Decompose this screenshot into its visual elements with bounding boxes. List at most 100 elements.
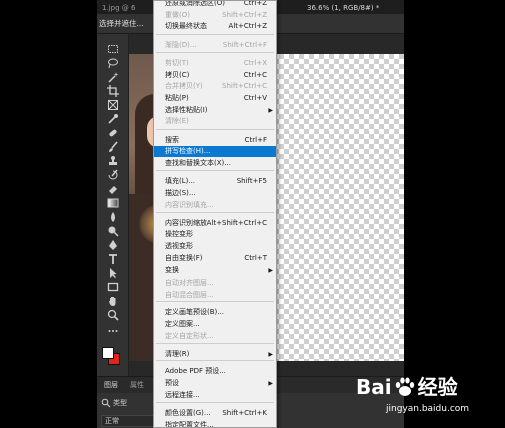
- menu-item[interactable]: 变换 ▶: [154, 265, 276, 276]
- menu-item-label: 查找和替换文本(X)...: [165, 159, 231, 167]
- menu-item-label: 定义图案...: [165, 320, 200, 328]
- menu-item-label: 自由变换(F): [165, 254, 203, 262]
- menu-item-label: 内容识别填充...: [165, 201, 214, 209]
- menu-item[interactable]: 预设 ▶: [154, 378, 276, 389]
- search-icon: [101, 398, 111, 408]
- menu-item-label: 自动混合图层...: [165, 291, 214, 299]
- select-and-mask-button[interactable]: 选择并遮住...: [99, 18, 144, 30]
- submenu-arrow-icon: ▶: [268, 107, 273, 114]
- menu-item[interactable]: 定义画笔预设(B)...: [154, 307, 276, 318]
- edit-menu: 还原或消除选区(O) Ctrl+Z 重做(O) Shift+Ctrl+Z 切换最终状态 A…: [153, 0, 277, 428]
- menu-item-label: 远程连接...: [165, 391, 200, 399]
- brush-icon[interactable]: [104, 140, 122, 153]
- menu-item[interactable]: 渐隐(D)... Shift+Ctrl+F: [154, 40, 276, 51]
- history-brush-icon[interactable]: [104, 168, 122, 181]
- menu-item[interactable]: Adobe PDF 预设...: [154, 366, 276, 377]
- menu-item[interactable]: 拷贝(C) Ctrl+C: [154, 70, 276, 81]
- blend-mode-select[interactable]: 正常: [101, 415, 155, 427]
- marquee-icon[interactable]: [104, 42, 122, 55]
- gradient-icon[interactable]: [104, 196, 122, 209]
- pen-icon[interactable]: [104, 238, 122, 251]
- more-tools-icon[interactable]: [104, 324, 122, 337]
- menu-item[interactable]: 清理(R) ▶: [154, 349, 276, 360]
- menu-item-label: 指定配置文件...: [165, 421, 214, 428]
- tab-layers[interactable]: 图层: [104, 380, 118, 390]
- menu-item-label: Adobe PDF 预设...: [165, 367, 226, 375]
- menu-item-shortcut: Shift+Ctrl+K: [222, 409, 267, 417]
- path-selection-icon[interactable]: [104, 266, 122, 279]
- menu-item[interactable]: 清除(E): [154, 116, 276, 127]
- menu-item[interactable]: 粘贴(P) Ctrl+V: [154, 93, 276, 104]
- menu-item[interactable]: 自由变换(F) Ctrl+T: [154, 253, 276, 264]
- menu-item[interactable]: 内容识别缩放 Alt+Shift+Ctrl+C: [154, 218, 276, 229]
- menu-separator: [156, 301, 274, 302]
- tab-properties[interactable]: 属性: [130, 380, 144, 390]
- crop-icon[interactable]: [104, 84, 122, 97]
- menu-item[interactable]: 内容识别填充...: [154, 200, 276, 211]
- menu-item-label: 选择性粘贴(I): [165, 106, 208, 114]
- document-tab-active[interactable]: 36.6% (1, RGB/8#) *: [307, 2, 379, 14]
- menu-item[interactable]: 定义自定形状...: [154, 331, 276, 342]
- menu-item-label: 清理(R): [165, 350, 190, 358]
- menu-item[interactable]: 自动混合图层...: [154, 290, 276, 301]
- menu-item-label: 预设: [165, 379, 179, 387]
- foreground-color-swatch[interactable]: [102, 347, 114, 359]
- menu-item[interactable]: 指定配置文件...: [154, 420, 276, 428]
- menu-item-label: 填充(L)...: [165, 177, 196, 185]
- menu-item[interactable]: 拼写检查(H)...: [154, 146, 276, 157]
- menu-item[interactable]: 透视变形: [154, 241, 276, 252]
- type-icon[interactable]: [104, 252, 122, 265]
- magic-wand-icon[interactable]: [104, 70, 122, 83]
- eraser-icon[interactable]: [104, 182, 122, 195]
- menu-item-shortcut: Ctrl+Z: [243, 0, 267, 7]
- menu-item-label: 内容识别缩放: [165, 219, 207, 227]
- rectangle-icon[interactable]: [104, 280, 122, 293]
- document-tab[interactable]: 1.jpg @ 6: [102, 2, 135, 14]
- menu-item[interactable]: 剪切(T) Ctrl+X: [154, 58, 276, 69]
- menu-separator: [156, 52, 274, 53]
- blur-icon[interactable]: [104, 210, 122, 223]
- menu-separator: [156, 360, 274, 361]
- watermark-logo: Bai 经验: [356, 372, 458, 402]
- menu-item-label: 拼写检查(H)...: [165, 147, 211, 155]
- menu-item-label: 定义画笔预设(B)...: [165, 308, 224, 316]
- menu-item[interactable]: 远程连接...: [154, 390, 276, 401]
- menu-item-label: 重做(O): [165, 11, 190, 19]
- menu-item[interactable]: 还原或消除选区(O) Ctrl+Z: [154, 0, 276, 9]
- zoom-icon[interactable]: [104, 308, 122, 321]
- menu-item[interactable]: 操控变形: [154, 229, 276, 240]
- clone-stamp-icon[interactable]: [104, 154, 122, 167]
- menu-separator: [156, 34, 274, 35]
- watermark-domain: jingyan.baidu.com: [386, 404, 470, 414]
- menu-item[interactable]: 搜索 Ctrl+F: [154, 135, 276, 146]
- menu-item-label: 变换: [165, 266, 179, 274]
- hand-icon[interactable]: [104, 294, 122, 307]
- menu-item[interactable]: 切换最终状态 Alt+Ctrl+Z: [154, 21, 276, 32]
- menu-item[interactable]: 重做(O) Shift+Ctrl+Z: [154, 10, 276, 21]
- menu-item[interactable]: 选择性粘贴(I) ▶: [154, 105, 276, 116]
- menu-item-shortcut: Ctrl+F: [244, 136, 267, 144]
- menu-item-shortcut: Shift+F5: [236, 177, 267, 185]
- menu-item[interactable]: 合并拷贝(Y) Shift+Ctrl+C: [154, 81, 276, 92]
- baidu-jingyan-watermark: Bai 经验 jingyan.baidu.com: [356, 370, 502, 426]
- submenu-arrow-icon: ▶: [268, 351, 273, 358]
- layer-filter[interactable]: 类型: [101, 397, 127, 409]
- menu-item-label: 操控变形: [165, 230, 193, 238]
- menu-item-shortcut: Ctrl+V: [243, 94, 267, 102]
- menu-item[interactable]: 自动对齐图层...: [154, 278, 276, 289]
- menu-item-label: 粘贴(P): [165, 94, 189, 102]
- healing-brush-icon[interactable]: [104, 126, 122, 139]
- menu-item[interactable]: 描边(S)...: [154, 188, 276, 199]
- lasso-icon[interactable]: [104, 56, 122, 69]
- menu-item-label: 还原或消除选区(O): [165, 0, 225, 7]
- menu-item[interactable]: 填充(L)... Shift+F5: [154, 176, 276, 187]
- menu-item[interactable]: 颜色设置(G)... Shift+Ctrl+K: [154, 408, 276, 419]
- watermark-logo-left: Bai: [356, 375, 392, 399]
- menu-item[interactable]: 定义图案...: [154, 319, 276, 330]
- dodge-icon[interactable]: [104, 224, 122, 237]
- frame-icon[interactable]: [104, 98, 122, 111]
- menu-item[interactable]: 查找和替换文本(X)...: [154, 158, 276, 169]
- menu-item-label: 颜色设置(G)...: [165, 409, 211, 417]
- layer-filter-label: 类型: [113, 399, 127, 407]
- eyedropper-icon[interactable]: [104, 112, 122, 125]
